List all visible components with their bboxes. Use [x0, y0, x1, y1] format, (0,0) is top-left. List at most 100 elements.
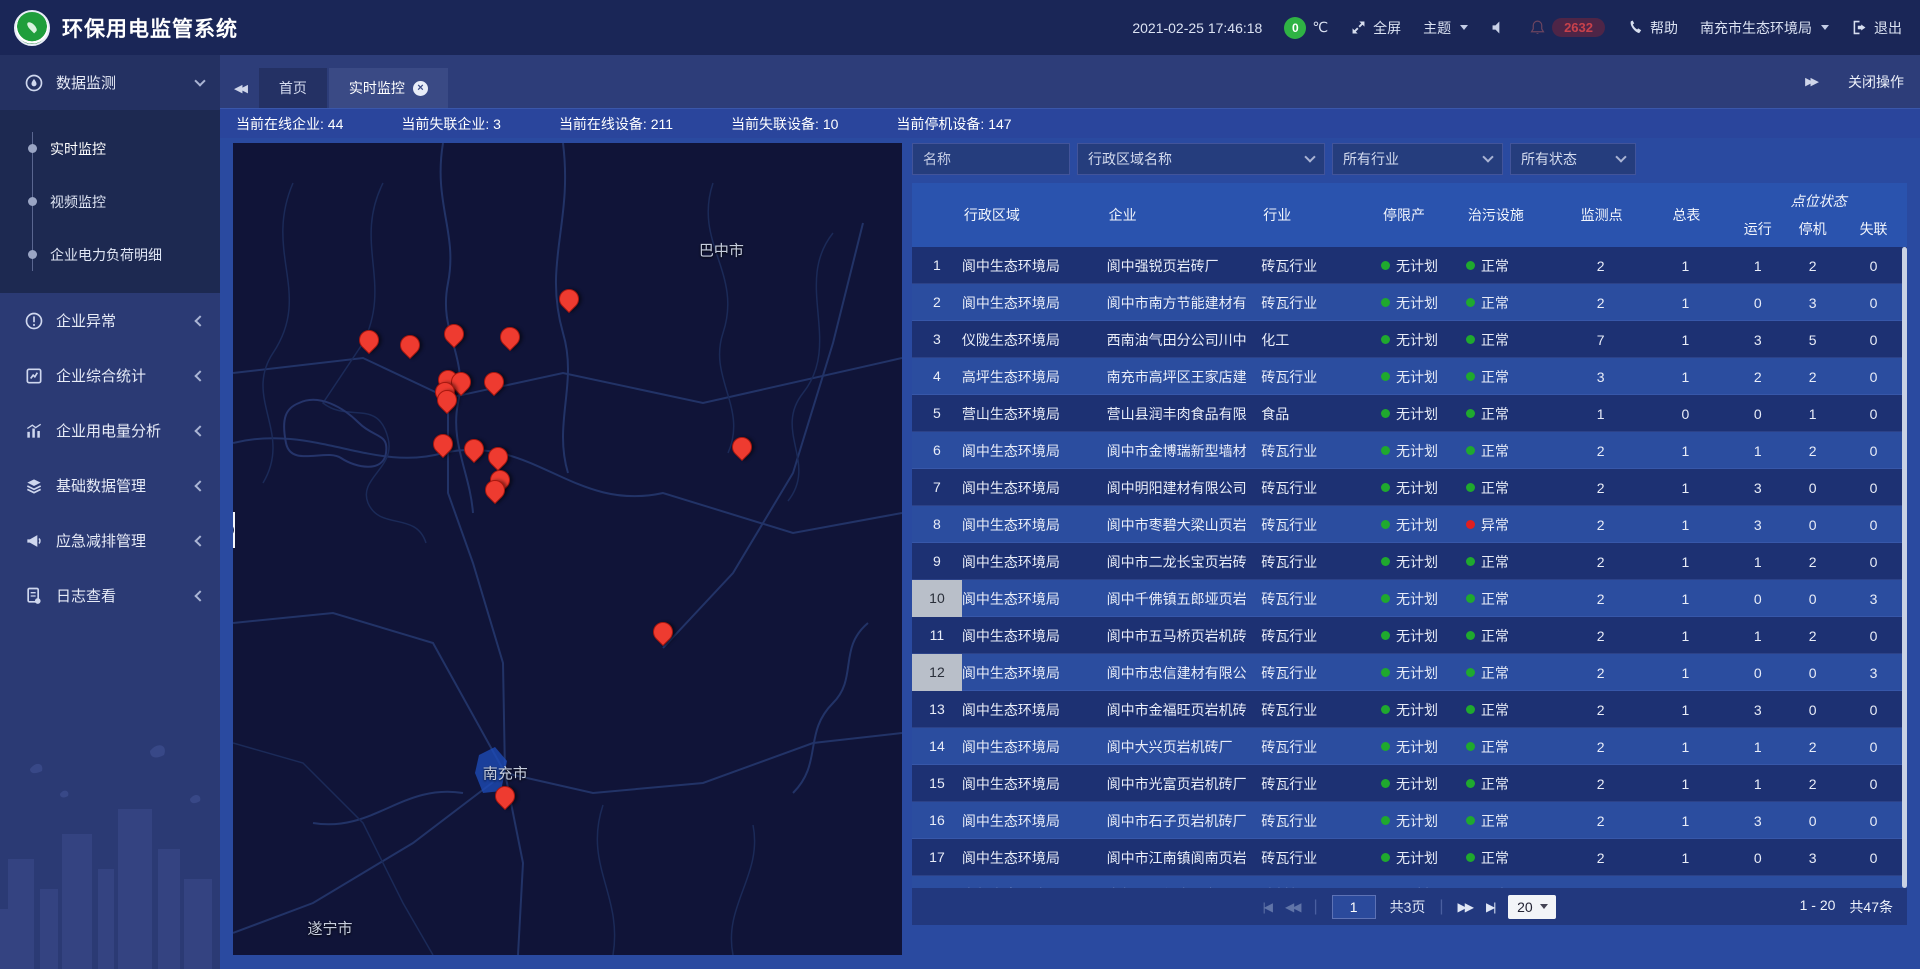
- sidebar-item-label: 企业综合统计: [56, 365, 196, 386]
- bullet-icon: [28, 250, 37, 259]
- stat-value: 10: [823, 116, 839, 132]
- next-page-button[interactable]: ▶▶: [1458, 900, 1472, 914]
- org-menu[interactable]: 南充市生态环境局: [1700, 18, 1829, 38]
- tabs-scroll-left-button[interactable]: ◀◀: [220, 68, 259, 108]
- name-filter[interactable]: [912, 143, 1070, 175]
- cell-meters: 1: [1641, 702, 1731, 718]
- status-dot-icon: [1381, 631, 1390, 640]
- sidebar-subitem-label: 视频监控: [50, 192, 106, 212]
- table-row[interactable]: 5营山生态环境局营山县润丰肉食品有限食品无计划正常10010: [912, 395, 1907, 432]
- cell-offline: 0: [1840, 406, 1907, 422]
- table-row[interactable]: 6阆中生态环境局阆中市金博瑞新型墙材砖瓦行业无计划正常21120: [912, 432, 1907, 469]
- cell-offline: 0: [1840, 480, 1907, 496]
- notifications[interactable]: 2632: [1529, 18, 1605, 37]
- stat-item: 当前失联设备: 10: [731, 114, 838, 134]
- fullscreen-button[interactable]: 全屏: [1350, 18, 1401, 38]
- cell-stopped: 2: [1785, 369, 1840, 385]
- table-row[interactable]: 8阆中生态环境局阆中市枣碧大梁山页岩砖瓦行业无计划异常21300: [912, 506, 1907, 543]
- cell-region: 阆中生态环境局: [962, 256, 1107, 276]
- table-row[interactable]: 16阆中生态环境局阆中市石子页岩机砖厂砖瓦行业无计划正常21300: [912, 802, 1907, 839]
- status-dot-icon: [1466, 335, 1475, 344]
- table-row[interactable]: 10阆中生态环境局阆中千佛镇五郎垭页岩砖瓦行业无计划正常21003: [912, 580, 1907, 617]
- cell-meters: 1: [1641, 776, 1731, 792]
- cell-offline: 0: [1840, 813, 1907, 829]
- sidebar-item[interactable]: 企业异常: [0, 293, 220, 348]
- chevron-down-icon: [1460, 25, 1468, 30]
- table-row[interactable]: 17阆中生态环境局阆中市江南镇阆南页岩砖瓦行业无计划正常21030: [912, 839, 1907, 876]
- table-row[interactable]: 18南部生态环境局南部县砌佛水泥有限公建材行业无计划正常50050: [912, 876, 1907, 888]
- table-row[interactable]: 13阆中生态环境局阆中市金福旺页岩机砖砖瓦行业无计划正常21300: [912, 691, 1907, 728]
- prev-page-button[interactable]: ◀◀: [1285, 900, 1299, 914]
- table-row[interactable]: 1阆中生态环境局阆中强锐页岩砖厂砖瓦行业无计划正常21120: [912, 247, 1907, 284]
- cell-points: 2: [1561, 517, 1641, 533]
- cell-limit-status: 无计划: [1381, 478, 1466, 498]
- region-filter-select[interactable]: 行政区域名称: [1077, 143, 1325, 175]
- sidebar-subitem[interactable]: 实时监控: [0, 122, 220, 175]
- sidebar-item[interactable]: 企业用电量分析: [0, 403, 220, 458]
- temperature-badge: 0: [1284, 17, 1306, 39]
- page-number-input[interactable]: 1: [1332, 895, 1376, 919]
- col-facility: 治污设施: [1466, 205, 1561, 225]
- cell-facility-status: 正常: [1466, 256, 1561, 276]
- industry-filter-select[interactable]: 所有行业: [1332, 143, 1503, 175]
- table-row[interactable]: 2阆中生态环境局阆中市南方节能建材有砖瓦行业无计划正常21030: [912, 284, 1907, 321]
- cell-offline: 0: [1840, 739, 1907, 755]
- table-scrollbar[interactable]: [1902, 247, 1907, 888]
- name-filter-input[interactable]: [923, 151, 1059, 167]
- theme-menu[interactable]: 主题: [1423, 18, 1468, 38]
- table-row[interactable]: 11阆中生态环境局阆中市五马桥页岩机砖砖瓦行业无计划正常21120: [912, 617, 1907, 654]
- cell-company: 阆中市金博瑞新型墙材: [1107, 441, 1262, 461]
- cell-points: 2: [1561, 258, 1641, 274]
- table-row[interactable]: 4高坪生态环境局南充市高坪区王家店建砖瓦行业无计划正常31220: [912, 358, 1907, 395]
- table-row[interactable]: 3仪陇生态环境局西南油气田分公司川中化工无计划正常71350: [912, 321, 1907, 358]
- first-page-button[interactable]: |◀: [1263, 900, 1271, 914]
- status-dot-icon: [1381, 261, 1390, 270]
- sound-button[interactable]: [1490, 19, 1507, 36]
- sidebar-item[interactable]: 数据监测: [0, 55, 220, 110]
- table-row[interactable]: 7阆中生态环境局阆中明阳建材有限公司砖瓦行业无计划正常21300: [912, 469, 1907, 506]
- sidebar-item[interactable]: 日志查看: [0, 568, 220, 623]
- tab-实时监控[interactable]: 实时监控×: [329, 68, 448, 108]
- table-row[interactable]: 15阆中生态环境局阆中市光富页岩机砖厂砖瓦行业无计划正常21120: [912, 765, 1907, 802]
- cell-offline: 0: [1840, 443, 1907, 459]
- sidebar-item[interactable]: 应急减排管理: [0, 513, 220, 568]
- tabs-scroll-right-button[interactable]: ▶▶: [1791, 62, 1830, 102]
- table-row[interactable]: 12阆中生态环境局阆中市忠信建材有限公砖瓦行业无计划正常21003: [912, 654, 1907, 691]
- stat-item: 当前失联企业: 3: [401, 114, 501, 134]
- sidebar-item[interactable]: 企业综合统计: [0, 348, 220, 403]
- sidebar-subitem[interactable]: 视频监控: [0, 175, 220, 228]
- sidebar-item-label: 数据监测: [56, 72, 196, 93]
- status-dot-icon: [1466, 779, 1475, 788]
- temperature-unit: ℃: [1312, 19, 1328, 36]
- status-dot-icon: [1381, 298, 1390, 307]
- table-row[interactable]: 14阆中生态环境局阆中大兴页岩机砖厂砖瓦行业无计划正常21120: [912, 728, 1907, 765]
- map-panel[interactable]: 巴中市南充市遂宁市 ◀: [233, 143, 902, 955]
- map-collapse-handle[interactable]: ◀: [233, 512, 235, 548]
- cell-points: 2: [1561, 295, 1641, 311]
- cell-facility-status: 正常: [1466, 700, 1561, 720]
- sidebar-item-label: 应急减排管理: [56, 530, 196, 551]
- chevron-left-icon: [194, 425, 205, 436]
- close-operations-button[interactable]: 关闭操作: [1848, 72, 1904, 92]
- cell-limit-status: 无计划: [1381, 774, 1466, 794]
- help-button[interactable]: 帮助: [1627, 18, 1678, 38]
- fullscreen-icon: [1350, 19, 1367, 36]
- sidebar-item[interactable]: 基础数据管理: [0, 458, 220, 513]
- tab-首页[interactable]: 首页: [259, 68, 327, 108]
- last-page-button[interactable]: ▶|: [1486, 900, 1494, 914]
- logout-button[interactable]: 退出: [1851, 18, 1902, 38]
- cell-limit-status: 无计划: [1381, 663, 1466, 683]
- table-row[interactable]: 9阆中生态环境局阆中市二龙长宝页岩砖砖瓦行业无计划正常21120: [912, 543, 1907, 580]
- tab-close-icon[interactable]: ×: [413, 81, 428, 96]
- cell-facility-status: 正常: [1466, 441, 1561, 461]
- row-number: 15: [912, 765, 962, 802]
- cell-points: 3: [1561, 369, 1641, 385]
- cell-industry: 砖瓦行业: [1261, 367, 1381, 387]
- map-roads: [233, 143, 902, 955]
- page-size-select[interactable]: 20: [1508, 895, 1556, 919]
- status-filter-select[interactable]: 所有状态: [1510, 143, 1636, 175]
- chevron-down-icon: [1540, 904, 1548, 909]
- status-dot-icon: [1381, 520, 1390, 529]
- enterprise-panel: 行政区域名称 所有行业 所有状态 行政区域 企业 行业 停限产 治污设施: [912, 143, 1907, 969]
- sidebar-subitem[interactable]: 企业电力负荷明细: [0, 228, 220, 281]
